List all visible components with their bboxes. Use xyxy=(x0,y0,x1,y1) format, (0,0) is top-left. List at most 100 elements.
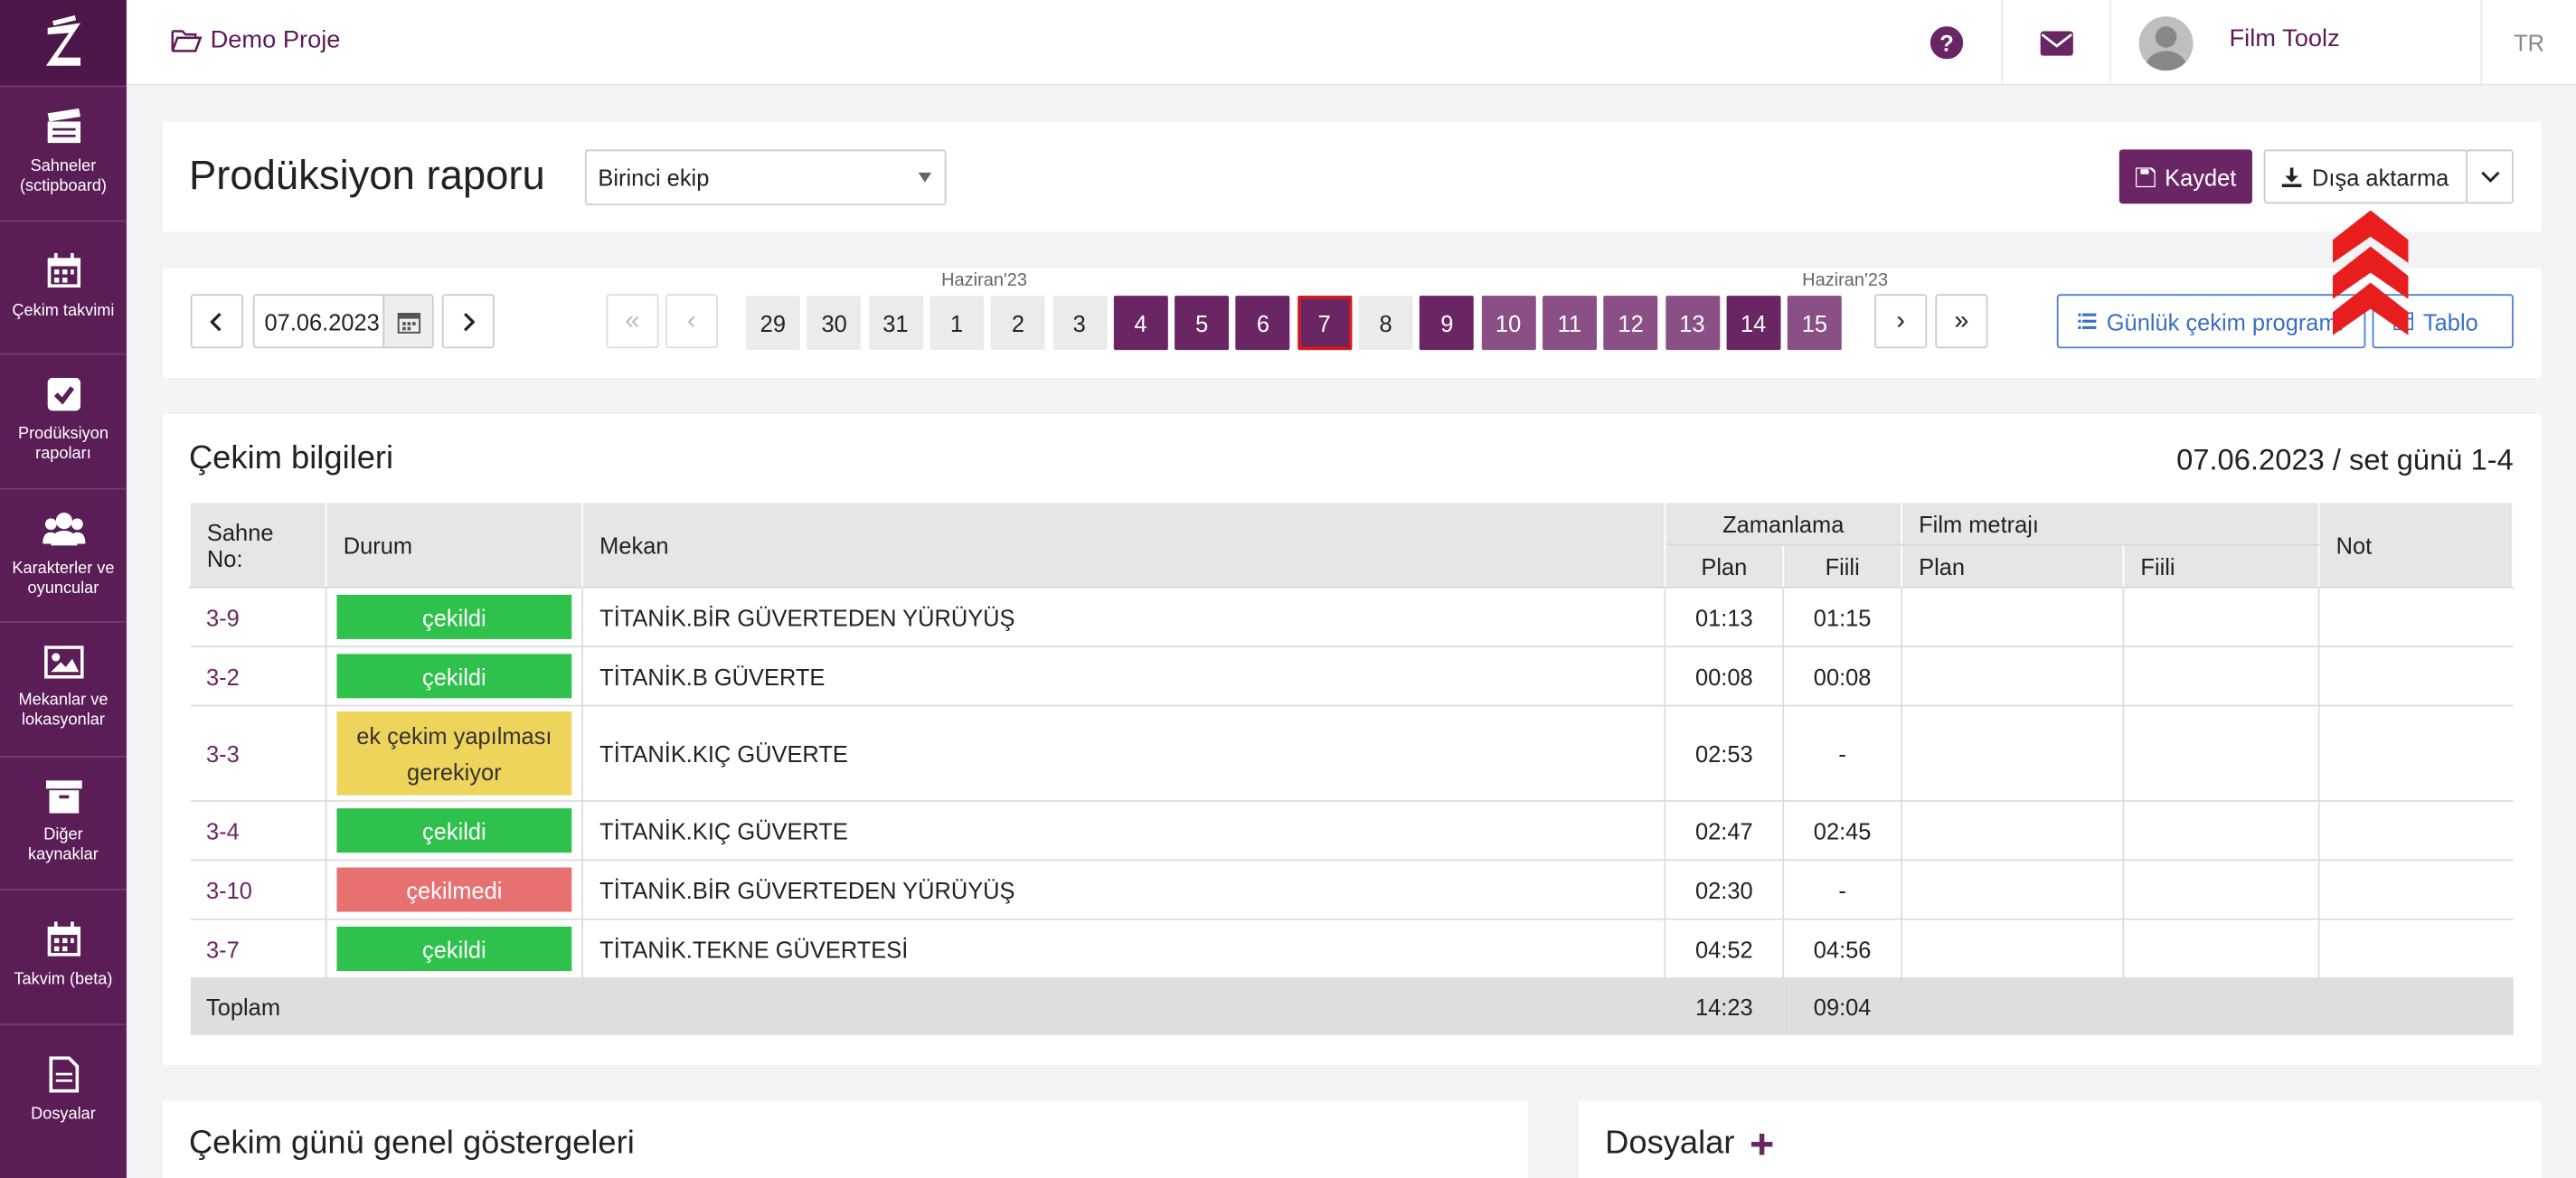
status-badge[interactable]: çekildi xyxy=(336,926,572,972)
messages-button[interactable] xyxy=(2000,0,2109,86)
user-menu[interactable]: Film Toolz xyxy=(2109,0,2481,86)
first-page-button[interactable]: « xyxy=(606,294,659,349)
note-cell[interactable] xyxy=(2318,860,2513,920)
footage-plan-cell[interactable] xyxy=(1901,800,2125,862)
status-badge[interactable]: ek çekim yapılması gerekiyor xyxy=(336,711,572,796)
calendar-icon xyxy=(46,921,80,957)
scene-link[interactable]: 3-4 xyxy=(189,800,327,862)
status-badge[interactable]: çekildi xyxy=(336,654,572,699)
project-link[interactable]: Demo Proje xyxy=(171,26,340,54)
day-button[interactable]: 29 xyxy=(745,296,800,351)
sidebar-item-characters[interactable]: Karakterler ve oyuncular xyxy=(0,486,127,621)
section-title: Çekim günü genel göstergeleri xyxy=(188,1125,635,1162)
footage-actual-cell[interactable] xyxy=(2123,919,2320,980)
next-page-button[interactable]: › xyxy=(1874,294,1928,349)
day-button[interactable]: 31 xyxy=(868,296,923,351)
timing-actual-cell: - xyxy=(1783,705,1902,802)
day-button[interactable]: 9 xyxy=(1420,296,1475,351)
footage-plan-cell[interactable] xyxy=(1901,860,2125,920)
sidebar-item-scenes[interactable]: Sahneler (sctipboard) xyxy=(0,85,127,219)
table-row[interactable]: 3-7 çekildi TİTANİK.TEKNE GÜVERTESİ 04:52 04… xyxy=(189,919,2513,980)
table-row[interactable]: 3-4 çekildi TİTANİK.KIÇ GÜVERTE 02:47 02:45 xyxy=(189,800,2513,862)
footage-plan-cell[interactable] xyxy=(1901,587,2125,648)
question-icon: ? xyxy=(1930,26,1964,60)
help-button[interactable]: ? xyxy=(1892,0,2001,85)
table-row[interactable]: 3-2 çekildi TİTANİK.B GÜVERTE 00:08 00:08 xyxy=(189,646,2513,707)
footage-actual-cell[interactable] xyxy=(2123,860,2320,920)
daily-program-label: Günlük çekim programı xyxy=(2106,307,2345,335)
timing-actual-cell: 02:45 xyxy=(1783,800,1902,862)
export-dropdown-button[interactable] xyxy=(2466,149,2514,204)
day-button[interactable]: 3 xyxy=(1052,296,1107,351)
day-button[interactable]: 15 xyxy=(1787,296,1842,351)
app-logo[interactable] xyxy=(0,0,127,86)
last-page-button[interactable]: » xyxy=(1935,294,1988,349)
prev-page-button[interactable]: ‹ xyxy=(665,294,718,349)
col-location: Mekan xyxy=(581,501,1666,589)
note-cell[interactable] xyxy=(2318,705,2513,802)
scene-link[interactable]: 3-10 xyxy=(189,860,327,920)
table-row[interactable]: 3-3 ek çekim yapılması gerekiyor TİTANİK.K… xyxy=(189,705,2513,802)
footage-actual-cell[interactable] xyxy=(2123,705,2320,802)
language-switch[interactable]: TR xyxy=(2480,0,2576,86)
export-button[interactable]: Dışa aktarma xyxy=(2263,149,2467,204)
footage-actual-cell[interactable] xyxy=(2123,800,2320,862)
prev-date-button[interactable] xyxy=(190,294,243,349)
sidebar-item-resources[interactable]: Diğer kaynaklar xyxy=(0,755,127,889)
day-button[interactable]: 12 xyxy=(1603,296,1658,351)
sidebar-item-schedule[interactable]: Çekim takvimi xyxy=(0,219,127,353)
first-page-label: « xyxy=(625,306,640,335)
note-cell[interactable] xyxy=(2318,646,2513,707)
download-icon xyxy=(2282,166,2303,187)
day-button[interactable]: 1 xyxy=(929,296,985,351)
export-label: Dışa aktarma xyxy=(2312,163,2449,190)
plus-icon[interactable] xyxy=(1750,1133,1773,1155)
status-cell: çekildi xyxy=(326,800,583,862)
location-cell: TİTANİK.KIÇ GÜVERTE xyxy=(582,705,1666,802)
day-button[interactable]: 13 xyxy=(1665,296,1720,351)
save-button[interactable]: Kaydet xyxy=(2118,149,2252,204)
note-cell[interactable] xyxy=(2318,919,2513,980)
day-button[interactable]: 30 xyxy=(807,296,862,351)
status-badge[interactable]: çekildi xyxy=(336,808,572,853)
location-cell: TİTANİK.KIÇ GÜVERTE xyxy=(582,800,1666,862)
footage-plan-cell[interactable] xyxy=(1901,919,2125,980)
scene-link[interactable]: 3-7 xyxy=(189,919,327,980)
day-button[interactable]: 4 xyxy=(1113,296,1168,351)
note-cell[interactable] xyxy=(2318,800,2513,862)
calendar-picker-button[interactable] xyxy=(382,296,432,347)
sidebar-item-locations[interactable]: Mekanlar ve lokasyonlar xyxy=(0,620,127,755)
footage-actual-cell[interactable] xyxy=(2123,587,2320,648)
day-button[interactable]: 14 xyxy=(1726,296,1781,351)
day-button[interactable]: 8 xyxy=(1358,296,1413,351)
date-field[interactable]: 07.06.2023 xyxy=(252,294,434,349)
note-cell[interactable] xyxy=(2318,587,2513,648)
day-button[interactable]: 10 xyxy=(1481,296,1536,351)
day-button[interactable]: 5 xyxy=(1175,296,1230,351)
status-badge[interactable]: çekilmedi xyxy=(336,867,572,912)
sidebar-item-reports[interactable]: Prodüksiyon rapoları xyxy=(0,353,127,487)
sidebar-item-files[interactable]: Dosyalar xyxy=(0,1023,127,1156)
table-row[interactable]: 3-9 çekildi TİTANİK.BİR GÜVERTEDEN YÜRÜYÜŞ… xyxy=(189,587,2513,648)
day-button-selected[interactable]: 7 xyxy=(1297,296,1352,351)
daily-program-button[interactable]: Günlük çekim programı xyxy=(2056,294,2366,349)
footage-plan-cell[interactable] xyxy=(1901,705,2125,802)
date-navigation: 07.06.2023 « ‹ Haziran'23 Haziran'23 29 3… xyxy=(162,268,2542,378)
status-cell: çekildi xyxy=(326,587,583,648)
sidebar-item-calendar-beta[interactable]: Takvim (beta) xyxy=(0,889,127,1023)
day-button[interactable]: 2 xyxy=(990,296,1045,351)
month-label: Haziran'23 xyxy=(941,270,1028,291)
day-button[interactable]: 11 xyxy=(1542,296,1597,351)
scene-link[interactable]: 3-9 xyxy=(189,587,327,648)
footage-actual-cell[interactable] xyxy=(2123,646,2320,707)
scene-link[interactable]: 3-2 xyxy=(189,646,327,707)
next-date-button[interactable] xyxy=(441,294,495,349)
scene-link[interactable]: 3-3 xyxy=(189,705,327,802)
footage-plan-cell[interactable] xyxy=(1901,646,2125,707)
day-button[interactable]: 6 xyxy=(1236,296,1290,351)
timing-plan-cell: 02:53 xyxy=(1665,705,1785,802)
timing-plan-cell: 00:08 xyxy=(1665,646,1785,707)
crew-select[interactable]: Birinci ekip xyxy=(584,149,947,206)
status-badge[interactable]: çekildi xyxy=(336,594,572,639)
table-row[interactable]: 3-10 çekilmedi TİTANİK.BİR GÜVERTEDEN YÜRÜ… xyxy=(189,860,2513,920)
